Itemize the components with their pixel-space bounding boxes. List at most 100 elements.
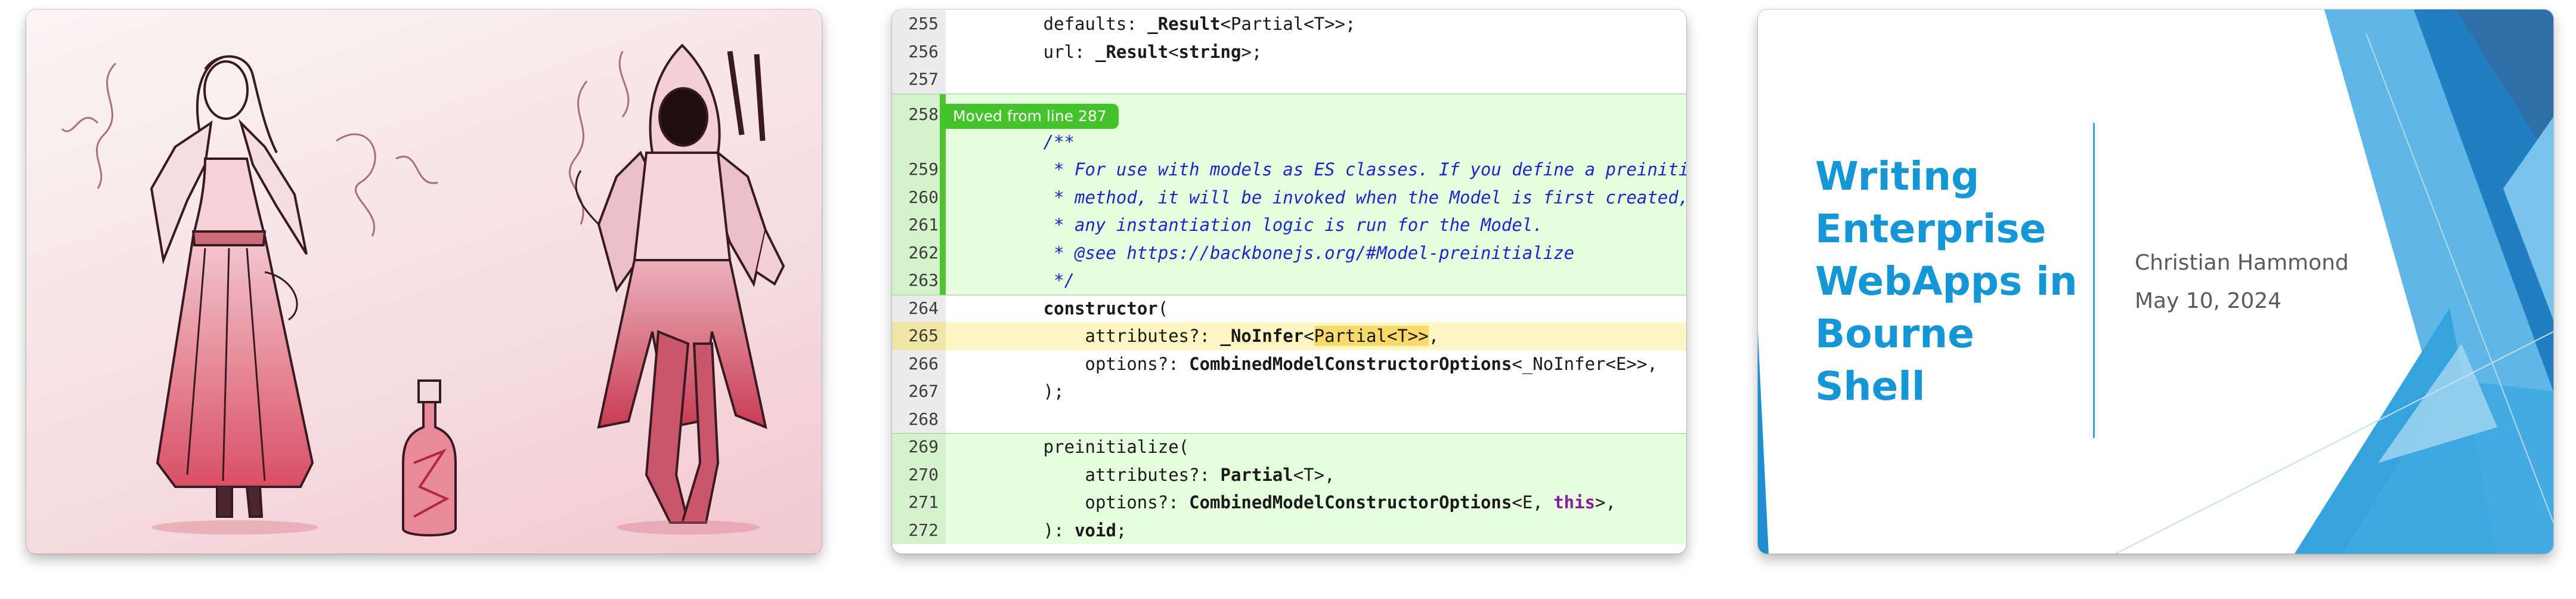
code-token: attributes?: [960, 464, 1221, 485]
code-token: <Partial<T>>; [1220, 14, 1356, 34]
code-token: <E, [1512, 492, 1554, 512]
code-token: _Result [1095, 41, 1169, 62]
code-line-text: ): void; [960, 517, 1127, 545]
code-line: 268 [892, 405, 1686, 433]
line-number: 258 [892, 93, 946, 128]
code-token: string [1178, 41, 1241, 62]
code-token: ; [1116, 520, 1127, 541]
line-number: 267 [892, 378, 946, 406]
code-line: 256 url: _Result<string>; [892, 38, 1686, 66]
code-line: 267 ); [892, 378, 1686, 406]
code-line-text: defaults: _Result<Partial<T>>; [960, 10, 1356, 38]
code-token: _Result [1147, 14, 1221, 34]
code-token: /** [960, 131, 1075, 152]
diff-divider [892, 433, 1686, 434]
line-number: 270 [892, 461, 946, 489]
presentation-slide-card[interactable]: Writing Enterprise WebApps in Bourne She… [1758, 10, 2553, 554]
code-line: 263 */ [892, 267, 1686, 295]
code-line-text: /** [960, 128, 1075, 156]
code-token: < [1168, 41, 1179, 62]
line-number: 255 [892, 10, 946, 38]
code-diff-view: 255 defaults: _Result<Partial<T>>; 256 ur… [892, 10, 1686, 554]
code-token: >, [1595, 492, 1616, 512]
line-number: 268 [892, 405, 946, 433]
line-number: 269 [892, 433, 946, 461]
code-line: 264 constructor( [892, 294, 1686, 323]
line-number: 257 [892, 66, 946, 94]
code-token: url: [960, 41, 1095, 62]
code-token: attributes?: [960, 326, 1221, 346]
code-line-text: url: _Result<string>; [960, 38, 1262, 66]
line-number: 264 [892, 294, 946, 322]
code-line: 257 [892, 66, 1686, 94]
code-token: ); [960, 381, 1064, 402]
code-token: defaults: [960, 14, 1148, 34]
line-number: 256 [892, 38, 946, 66]
code-token: CombinedModelConstructorOptions [1189, 492, 1512, 512]
code-token: * any instantiation logic is run for the… [960, 215, 1543, 235]
code-line-text: * @see https://backbonejs.org/#Model-pre… [960, 239, 1574, 267]
line-number: 260 [892, 183, 946, 211]
slide-author: Christian Hammond [2135, 251, 2349, 275]
code-line-text: options?: CombinedModelConstructorOption… [960, 489, 1616, 517]
code-line: 262 * @see https://backbonejs.org/#Model… [892, 239, 1686, 267]
fantasy-characters-illustration [61, 44, 785, 537]
code-line: 265 attributes?: _NoInfer<Partial<T>>, [892, 322, 1686, 350]
code-line: 266 options?: CombinedModelConstructorOp… [892, 350, 1686, 378]
code-token: <_NoInfer<E>>, [1512, 353, 1658, 374]
slide-divider [2093, 123, 2095, 438]
illustration-card[interactable] [26, 10, 822, 554]
code-token: ): [960, 520, 1075, 541]
code-line-text: attributes?: _NoInfer<Partial<T>>, [960, 322, 1439, 350]
code-line-text: * any instantiation logic is run for the… [960, 211, 1543, 239]
line-number: 271 [892, 489, 946, 517]
code-line-text: * For use with models as ES classes. If … [960, 156, 1686, 184]
potion-bottle [402, 379, 457, 537]
code-line-text: ); [960, 378, 1064, 406]
code-token: void [1075, 520, 1116, 541]
sorceress-figure [150, 55, 314, 518]
line-number [892, 128, 946, 156]
moved-from-badge[interactable]: Moved from line 287 [941, 104, 1119, 129]
hooded-rogue-figure [575, 44, 785, 524]
code-line-text: */ [960, 267, 1075, 295]
code-token: >; [1241, 41, 1262, 62]
code-token: * @see https://backbonejs.org/#Model-pre… [960, 242, 1575, 263]
code-diff-card[interactable]: 255 defaults: _Result<Partial<T>>; 256 ur… [892, 10, 1686, 554]
code-token: options?: [960, 492, 1190, 512]
code-line: 269 preinitialize( [892, 433, 1686, 461]
slide-title: Writing Enterprise WebApps in Bourne She… [1815, 153, 2077, 409]
code-line: 261 * any instantiation logic is run for… [892, 211, 1686, 239]
code-token: CombinedModelConstructorOptions [1189, 353, 1512, 374]
code-line: 270 attributes?: Partial<T>, [892, 461, 1686, 489]
line-number: 261 [892, 211, 946, 239]
code-token: Partial [1220, 464, 1293, 485]
code-line-text: attributes?: Partial<T>, [960, 461, 1335, 489]
line-number: 259 [892, 156, 946, 184]
code-token: Partial<T>> [1314, 326, 1429, 346]
code-token: options?: [960, 353, 1190, 374]
code-token: */ [960, 270, 1075, 291]
code-line-text: options?: CombinedModelConstructorOption… [960, 350, 1658, 378]
code-token: * For use with models as ES classes. If … [960, 159, 1686, 180]
code-line: 272 ): void; [892, 516, 1686, 545]
line-number: 272 [892, 516, 946, 544]
code-line: 271 options?: CombinedModelConstructorOp… [892, 489, 1686, 517]
code-token: constructor [1043, 298, 1158, 319]
code-token: ( [1157, 298, 1169, 319]
code-line: 259 * For use with models as ES classes.… [892, 156, 1686, 184]
code-line: 260 * method, it will be invoked when th… [892, 183, 1686, 212]
code-token: * method, it will be invoked when the Mo… [960, 187, 1686, 208]
code-line-text: * method, it will be invoked when the Mo… [960, 184, 1686, 212]
code-line-text: constructor( [960, 295, 1169, 323]
code-token: preinitialize( [960, 437, 1190, 457]
code-token: < [1304, 326, 1314, 346]
code-token: this [1553, 492, 1596, 512]
code-line-text: preinitialize( [960, 433, 1189, 461]
slide-date: May 10, 2024 [2135, 289, 2282, 313]
code-line: 255 defaults: _Result<Partial<T>>; [892, 10, 1686, 38]
code-token: <T>, [1293, 464, 1335, 485]
line-number: 263 [892, 267, 946, 295]
code-token: _NoInfer [1220, 326, 1304, 346]
